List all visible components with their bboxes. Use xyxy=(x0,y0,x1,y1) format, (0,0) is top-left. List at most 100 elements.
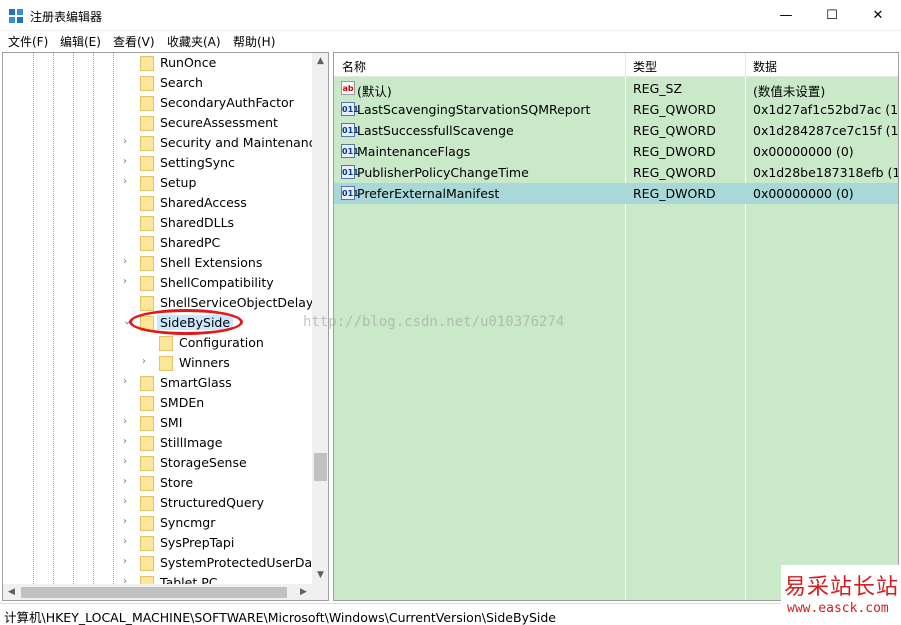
value-row[interactable]: 011 PreferExternalManifest REG_DWORD 0x0000… xyxy=(334,183,898,204)
value-row[interactable]: 011 PublisherPolicyChangeTime REG_QWORD 0x1… xyxy=(334,162,898,183)
chevron-right-icon[interactable]: › xyxy=(142,356,152,368)
tree-item[interactable]: Configuration xyxy=(142,333,328,353)
tree-item[interactable]: SharedAccess xyxy=(123,193,328,213)
column-header-name[interactable]: 名称 xyxy=(342,58,366,75)
folder-icon xyxy=(140,516,154,531)
chevron-right-icon[interactable]: › xyxy=(123,176,133,188)
folder-icon xyxy=(140,436,154,451)
tree-item[interactable]: SMDEn xyxy=(123,393,328,413)
menu-help[interactable]: 帮助(H) xyxy=(233,33,275,50)
tree-horizontal-scrollbar[interactable]: ◀ ▶ xyxy=(3,584,312,600)
chevron-right-icon[interactable]: › xyxy=(123,416,133,428)
maximize-button[interactable]: ☐ xyxy=(809,0,855,31)
value-type: REG_QWORD xyxy=(633,165,716,180)
tree-guide-line xyxy=(113,53,114,600)
folder-icon xyxy=(140,376,154,391)
column-divider[interactable] xyxy=(745,53,746,77)
chevron-right-icon[interactable]: › xyxy=(123,136,133,148)
scroll-down-icon[interactable]: ▼ xyxy=(312,567,328,584)
chevron-right-icon[interactable]: › xyxy=(123,496,133,508)
chevron-right-icon[interactable]: › xyxy=(123,456,133,468)
tree-horizontal-scroll-thumb[interactable] xyxy=(21,587,287,598)
tree-item[interactable]: SharedDLLs xyxy=(123,213,328,233)
tree-item-label: Winners xyxy=(179,355,230,370)
chevron-right-icon[interactable]: › xyxy=(123,436,133,448)
close-button[interactable]: ✕ xyxy=(855,0,901,31)
folder-icon xyxy=(140,496,154,511)
tree-item[interactable]: › SettingSync xyxy=(123,153,328,173)
status-bar: 计算机\HKEY_LOCAL_MACHINE\SOFTWARE\Microsof… xyxy=(0,603,901,625)
menu-view[interactable]: 查看(V) xyxy=(113,33,155,50)
chevron-right-icon[interactable]: › xyxy=(123,156,133,168)
folder-icon xyxy=(140,56,154,71)
tree-item-label: RunOnce xyxy=(160,55,217,70)
folder-icon xyxy=(159,336,173,351)
folder-icon xyxy=(140,156,154,171)
tree-item[interactable]: › ShellCompatibility xyxy=(123,273,328,293)
minimize-icon: — xyxy=(779,8,793,23)
chevron-right-icon[interactable]: › xyxy=(123,536,133,548)
menu-file[interactable]: 文件(F) xyxy=(8,33,48,50)
tree-item-label: Security and Maintenance xyxy=(160,135,324,150)
tree-guide-line xyxy=(33,53,34,600)
chevron-right-icon[interactable]: › xyxy=(123,256,133,268)
scrollbar-corner xyxy=(312,584,328,600)
minimize-button[interactable]: — xyxy=(763,0,809,31)
scroll-right-icon[interactable]: ▶ xyxy=(295,584,312,600)
tree-item-label: SharedDLLs xyxy=(160,215,235,230)
binary-value-icon: 011 xyxy=(341,186,359,200)
tree-item[interactable]: › SystemProtectedUserData xyxy=(123,553,328,573)
value-row[interactable]: 011 LastSuccessfullScavenge REG_QWORD 0x1d2… xyxy=(334,120,898,141)
tree-item[interactable]: › Store xyxy=(123,473,328,493)
value-name: PublisherPolicyChangeTime xyxy=(357,165,529,180)
window-title: 注册表编辑器 xyxy=(30,10,103,24)
chevron-right-icon[interactable]: › xyxy=(123,476,133,488)
chevron-right-icon[interactable]: › xyxy=(123,276,133,288)
tree-item[interactable]: RunOnce xyxy=(123,53,328,73)
tree-item[interactable]: › StillImage xyxy=(123,433,328,453)
tree-item[interactable]: SharedPC xyxy=(123,233,328,253)
tree-item[interactable]: SecureAssessment xyxy=(123,113,328,133)
column-header-data[interactable]: 数据 xyxy=(753,58,777,75)
tree-item[interactable]: › Shell Extensions xyxy=(123,253,328,273)
scroll-left-icon[interactable]: ◀ xyxy=(3,584,20,600)
chevron-right-icon[interactable]: › xyxy=(123,376,133,388)
logo-url: www.easck.com xyxy=(787,601,889,616)
tree-vertical-scroll-thumb[interactable] xyxy=(314,453,327,481)
menu-edit[interactable]: 编辑(E) xyxy=(60,33,101,50)
tree-item[interactable]: ShellServiceObjectDelayLo xyxy=(123,293,328,313)
tree-item[interactable]: › Security and Maintenance xyxy=(123,133,328,153)
tree-item[interactable]: › SmartGlass xyxy=(123,373,328,393)
title-bar: 注册表编辑器 — ☐ ✕ xyxy=(0,0,901,31)
tree-item-label: ShellCompatibility xyxy=(160,275,274,290)
annotation-ellipse xyxy=(129,309,243,335)
tree-item[interactable]: Search xyxy=(123,73,328,93)
chevron-right-icon[interactable]: › xyxy=(123,556,133,568)
maximize-icon: ☐ xyxy=(826,8,838,23)
folder-icon xyxy=(140,196,154,211)
value-type: REG_QWORD xyxy=(633,102,716,117)
tree-item[interactable]: › Syncmgr xyxy=(123,513,328,533)
tree-item[interactable]: › Setup xyxy=(123,173,328,193)
folder-icon xyxy=(140,476,154,491)
column-header-type[interactable]: 类型 xyxy=(633,58,657,75)
value-row[interactable]: ab (默认) REG_SZ (数值未设置) xyxy=(334,78,898,99)
value-row[interactable]: 011 LastScavengingStarvationSQMReport REG_… xyxy=(334,99,898,120)
chevron-right-icon[interactable]: › xyxy=(123,516,133,528)
tree-item[interactable]: › SysPrepTapi xyxy=(123,533,328,553)
tree-item[interactable]: › StorageSense xyxy=(123,453,328,473)
folder-icon xyxy=(140,216,154,231)
value-row[interactable]: 011 MaintenanceFlags REG_DWORD 0x00000000 (… xyxy=(334,141,898,162)
tree-item-label: Store xyxy=(160,475,194,490)
tree-item-label: SharedPC xyxy=(160,235,221,250)
tree-item[interactable]: › StructuredQuery xyxy=(123,493,328,513)
tree-item-label: SecureAssessment xyxy=(160,115,278,130)
scroll-up-icon[interactable]: ▲ xyxy=(312,53,328,70)
tree-item[interactable]: › SMI xyxy=(123,413,328,433)
tree-item[interactable]: › Winners xyxy=(142,353,328,373)
value-type: REG_SZ xyxy=(633,81,683,96)
menu-favorites[interactable]: 收藏夹(A) xyxy=(167,33,221,50)
tree-item[interactable]: SecondaryAuthFactor xyxy=(123,93,328,113)
folder-icon xyxy=(140,76,154,91)
column-divider[interactable] xyxy=(625,53,626,77)
